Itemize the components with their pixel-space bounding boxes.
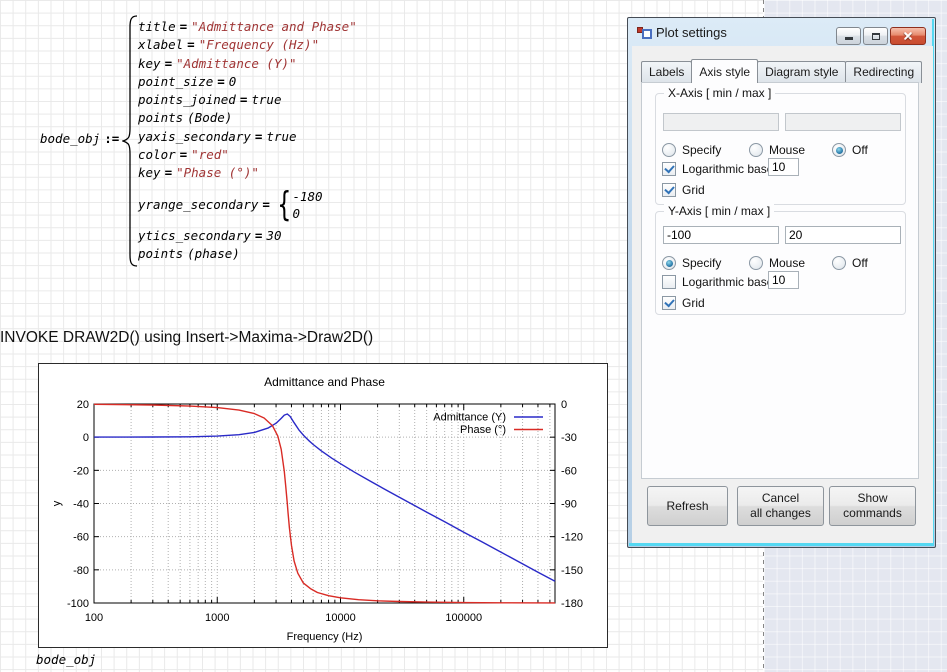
svg-text:Frequency (Hz): Frequency (Hz) (287, 631, 363, 643)
maximize-icon (872, 33, 880, 40)
result-expression[interactable]: bode_obj (36, 652, 96, 667)
y-axis-group: Y-Axis [ min / max ] Specify Mouse Off (655, 211, 906, 315)
invoke-draw2d-text[interactable]: INVOKE DRAW2D() using Insert->Maxima->Dr… (0, 329, 373, 347)
svg-text:Admittance and Phase: Admittance and Phase (264, 375, 385, 389)
def-line-yrange-secondary: yrange_secondary= { -1800 (138, 183, 357, 227)
bode-chart-svg: 20 0 -20 -40 -60 -80 -100 0 -30 -60 -90 -120 -150 -18… (39, 364, 605, 645)
x-off-radio[interactable]: Off (832, 143, 868, 156)
x-grid-checkbox[interactable]: Grid (662, 183, 705, 196)
def-line-ytics-secondary: ytics_secondary=30 (138, 227, 357, 245)
x-mouse-radio[interactable]: Mouse (749, 143, 805, 156)
x-min-input[interactable] (663, 113, 779, 131)
svg-text:-150: -150 (561, 565, 583, 577)
dialog-titlebar[interactable]: Plot settings (628, 18, 935, 46)
svg-text:Phase (°): Phase (°) (460, 424, 506, 436)
svg-text:y: y (51, 500, 63, 506)
y-min-input[interactable] (663, 226, 779, 244)
y-specify-radio[interactable]: Specify (662, 256, 721, 269)
svg-text:-40: -40 (73, 499, 89, 511)
checkbox-icon (662, 183, 676, 197)
y-grid-checkbox[interactable]: Grid (662, 296, 705, 309)
tab-diagram-style[interactable]: Diagram style (757, 61, 846, 83)
x-axis-group-label: X-Axis [ min / max ] (664, 86, 775, 100)
y-axis-group-label: Y-Axis [ min / max ] (664, 204, 774, 218)
def-line-key2: key="Phase (°)" (138, 164, 357, 182)
svg-text:-180: -180 (561, 598, 583, 610)
def-line-key1: key="Admittance (Y)" (138, 55, 357, 73)
range-brace: { (278, 188, 291, 222)
svg-text:100000: 100000 (445, 612, 482, 624)
dialog-title: Plot settings (656, 25, 727, 40)
plot-settings-dialog: Plot settings Labels Axis style Diagram … (627, 17, 936, 548)
tab-labels[interactable]: Labels (641, 61, 692, 83)
cancel-all-changes-button[interactable]: Cancel all changes (737, 486, 824, 526)
svg-text:-20: -20 (73, 465, 89, 477)
radio-icon (832, 143, 846, 157)
def-line-pointsjoined: points_joined=true (138, 91, 357, 109)
checkbox-icon (662, 296, 676, 310)
def-line-title: title="Admittance and Phase" (138, 18, 357, 36)
radio-icon (749, 143, 763, 157)
checkbox-icon (662, 275, 676, 289)
radio-icon (749, 256, 763, 270)
tab-redirecting[interactable]: Redirecting (845, 61, 922, 83)
svg-text:-60: -60 (561, 465, 577, 477)
svg-text:-60: -60 (73, 532, 89, 544)
svg-text:100: 100 (85, 612, 103, 624)
def-line-points-bode: points(Bode) (138, 109, 357, 127)
close-button[interactable] (890, 27, 926, 45)
def-line-xlabel: xlabel="Frequency (Hz)" (138, 36, 357, 54)
assign-operator: := (100, 131, 119, 146)
definition-variable: bode_obj (40, 131, 100, 146)
x-axis-group: X-Axis [ min / max ] Specify Mouse Off (655, 93, 906, 205)
svg-text:-80: -80 (73, 565, 89, 577)
def-line-color: color="red" (138, 146, 357, 164)
definition-lines: title="Admittance and Phase" xlabel="Fre… (138, 18, 357, 263)
maximize-button[interactable] (863, 27, 888, 45)
def-line-pointsize: point_size=0 (138, 73, 357, 91)
radio-icon (662, 143, 676, 157)
svg-text:0: 0 (561, 399, 567, 411)
close-icon (903, 31, 913, 41)
y-max-input[interactable] (785, 226, 901, 244)
tab-strip: Labels Axis style Diagram style Redirect… (641, 61, 921, 83)
svg-text:-90: -90 (561, 499, 577, 511)
x-max-input[interactable] (785, 113, 901, 131)
svg-text:-100: -100 (67, 598, 89, 610)
show-commands-button[interactable]: Show commands (829, 486, 916, 526)
radio-icon (662, 256, 676, 270)
svg-text:-30: -30 (561, 432, 577, 444)
x-log-base-input[interactable] (768, 158, 799, 176)
y-log-base-input[interactable] (768, 271, 799, 289)
y-off-radio[interactable]: Off (832, 256, 868, 269)
def-line-points-phase: points(phase) (138, 245, 357, 263)
y-logarithmic-checkbox[interactable]: Logarithmic base (662, 275, 773, 288)
svg-text:0: 0 (83, 432, 89, 444)
x-logarithmic-checkbox[interactable]: Logarithmic base (662, 162, 773, 175)
svg-text:-120: -120 (561, 532, 583, 544)
dialog-client-area: Labels Axis style Diagram style Redirect… (632, 46, 933, 543)
tab-axis-style[interactable]: Axis style (691, 59, 758, 83)
svg-text:Admittance (Y): Admittance (Y) (433, 412, 506, 424)
svg-text:1000: 1000 (205, 612, 229, 624)
x-specify-radio[interactable]: Specify (662, 143, 721, 156)
definition-lhs: bode_obj:= (40, 131, 119, 146)
checkbox-icon (662, 162, 676, 176)
svg-text:20: 20 (77, 399, 89, 411)
minimize-icon (845, 37, 853, 40)
minimize-button[interactable] (836, 27, 861, 45)
def-line-yaxis-secondary: yaxis_secondary=true (138, 128, 357, 146)
refresh-button[interactable]: Refresh (647, 486, 728, 526)
y-mouse-radio[interactable]: Mouse (749, 256, 805, 269)
radio-icon (832, 256, 846, 270)
bode-plot-object[interactable]: 20 0 -20 -40 -60 -80 -100 0 -30 -60 -90 -120 -150 -18… (38, 363, 608, 648)
axis-style-tabpage: X-Axis [ min / max ] Specify Mouse Off (641, 82, 919, 479)
form-icon (637, 25, 653, 40)
svg-text:10000: 10000 (325, 612, 356, 624)
